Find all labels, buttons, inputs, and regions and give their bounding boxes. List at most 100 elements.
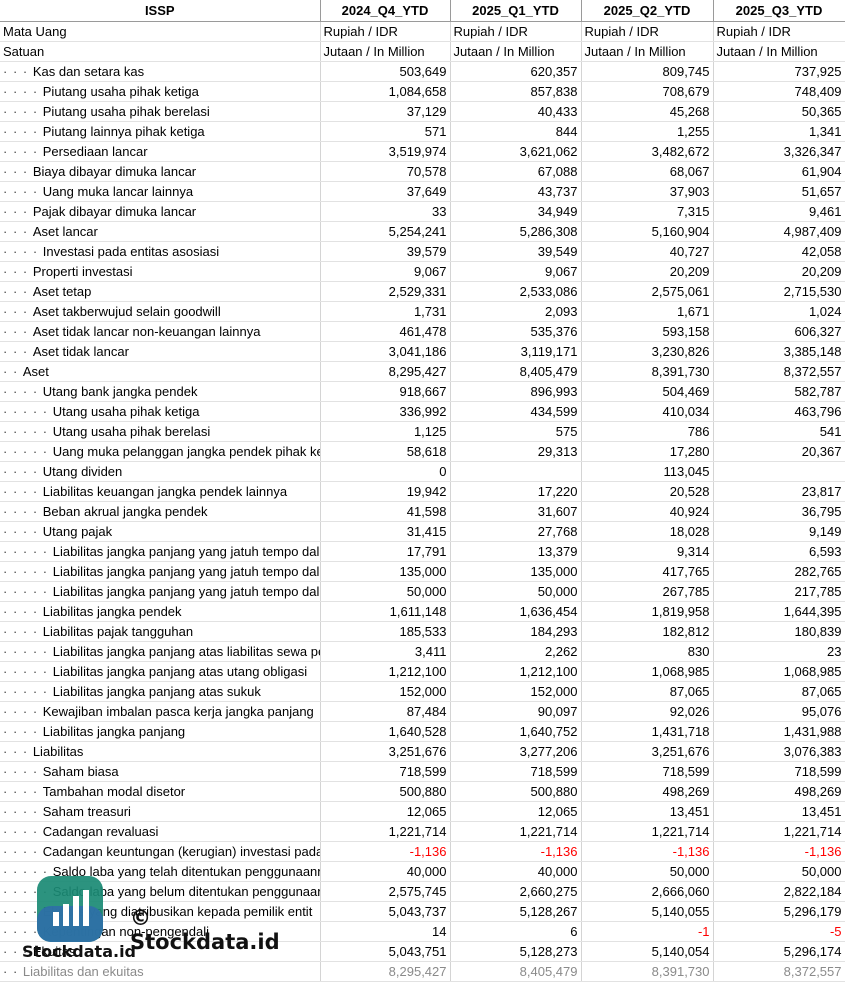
cell[interactable]: 135,000 xyxy=(320,561,451,582)
cell[interactable]: 1,819,958 xyxy=(581,601,714,622)
period-header[interactable]: 2024_Q4_YTD xyxy=(320,0,451,22)
cell[interactable]: 0 xyxy=(320,461,451,482)
cell[interactable]: 1,341 xyxy=(713,121,845,142)
cell[interactable]: 36,795 xyxy=(713,501,845,522)
cell[interactable]: Jutaan / In Million xyxy=(581,41,714,62)
cell[interactable]: 2,533,086 xyxy=(450,281,582,302)
cell[interactable]: 3,621,062 xyxy=(450,141,582,162)
row-label[interactable]: · · · · · Liabilitas jangka panjang atas… xyxy=(0,681,321,702)
cell[interactable]: Jutaan / In Million xyxy=(713,41,845,62)
row-label[interactable]: · · · · Piutang usaha pihak berelasi xyxy=(0,101,321,122)
cell[interactable]: 50,000 xyxy=(320,581,451,602)
cell[interactable]: 18,028 xyxy=(581,521,714,542)
cell[interactable]: 87,065 xyxy=(713,681,845,702)
cell[interactable]: 17,220 xyxy=(450,481,582,502)
cell[interactable]: 6 xyxy=(450,921,582,942)
cell[interactable]: 33 xyxy=(320,201,451,222)
cell[interactable]: 9,461 xyxy=(713,201,845,222)
cell[interactable]: 13,379 xyxy=(450,541,582,562)
cell[interactable]: 708,679 xyxy=(581,81,714,102)
cell[interactable]: 718,599 xyxy=(320,761,451,782)
cell[interactable]: 29,313 xyxy=(450,441,582,462)
row-label[interactable]: · · · · · Liabilitas jangka panjang yang… xyxy=(0,541,321,562)
cell[interactable]: 541 xyxy=(713,421,845,442)
cell[interactable]: 3,411 xyxy=(320,641,451,662)
cell[interactable]: -5 xyxy=(713,921,845,942)
cell[interactable]: 1,221,714 xyxy=(320,821,451,842)
cell[interactable]: 748,409 xyxy=(713,81,845,102)
row-label[interactable]: · · · · Liabilitas jangka panjang xyxy=(0,721,321,742)
cell[interactable]: 3,251,676 xyxy=(320,741,451,762)
cell[interactable]: 3,326,347 xyxy=(713,141,845,162)
cell[interactable]: 1,431,718 xyxy=(581,721,714,742)
cell[interactable]: 593,158 xyxy=(581,321,714,342)
row-label[interactable]: · · · · Piutang usaha pihak ketiga xyxy=(0,81,321,102)
cell[interactable]: 1,431,988 xyxy=(713,721,845,742)
cell[interactable]: 1,068,985 xyxy=(581,661,714,682)
cell[interactable]: 5,160,904 xyxy=(581,221,714,242)
cell[interactable]: 37,903 xyxy=(581,181,714,202)
cell[interactable]: 2,529,331 xyxy=(320,281,451,302)
cell[interactable]: 809,745 xyxy=(581,61,714,82)
cell[interactable]: 70,578 xyxy=(320,161,451,182)
row-label[interactable]: · · · · · Utang usaha pihak ketiga xyxy=(0,401,321,422)
cell[interactable]: 9,149 xyxy=(713,521,845,542)
cell[interactable]: 41,598 xyxy=(320,501,451,522)
cell[interactable]: 40,000 xyxy=(450,861,582,882)
cell[interactable]: 180,839 xyxy=(713,621,845,642)
cell[interactable]: 184,293 xyxy=(450,621,582,642)
cell[interactable]: 896,993 xyxy=(450,381,582,402)
row-label[interactable]: · · · Aset takberwujud selain goodwill xyxy=(0,301,321,322)
cell[interactable]: 17,791 xyxy=(320,541,451,562)
cell[interactable]: 7,315 xyxy=(581,201,714,222)
cell[interactable]: 737,925 xyxy=(713,61,845,82)
row-label[interactable]: · · · · Investasi pada entitas asosiasi xyxy=(0,241,321,262)
cell[interactable]: 152,000 xyxy=(320,681,451,702)
row-label[interactable]: · · · Liabilitas xyxy=(0,741,321,762)
period-header[interactable]: 2025_Q3_YTD xyxy=(713,0,845,22)
cell[interactable]: 8,391,730 xyxy=(581,361,714,382)
cell[interactable]: 9,314 xyxy=(581,541,714,562)
cell[interactable]: 90,097 xyxy=(450,701,582,722)
cell[interactable]: 336,992 xyxy=(320,401,451,422)
cell[interactable]: Rupiah / IDR xyxy=(320,21,451,42)
cell[interactable]: 5,140,055 xyxy=(581,901,714,922)
cell[interactable]: 50,000 xyxy=(581,861,714,882)
cell[interactable]: 3,385,148 xyxy=(713,341,845,362)
cell[interactable]: 1,212,100 xyxy=(450,661,582,682)
row-label[interactable]: · · · · Liabilitas pajak tangguhan xyxy=(0,621,321,642)
cell[interactable]: 1,644,395 xyxy=(713,601,845,622)
row-label[interactable]: · · · · · Utang usaha pihak berelasi xyxy=(0,421,321,442)
cell[interactable]: 51,657 xyxy=(713,181,845,202)
cell[interactable]: -1,136 xyxy=(450,841,582,862)
row-label[interactable]: Mata Uang xyxy=(0,21,321,42)
row-label[interactable]: · · · · · Liabilitas jangka panjang yang… xyxy=(0,581,321,602)
cell[interactable]: 1,636,454 xyxy=(450,601,582,622)
row-label[interactable]: · · · Pajak dibayar dimuka lancar xyxy=(0,201,321,222)
cell[interactable]: 113,045 xyxy=(581,461,714,482)
cell[interactable]: 1,640,752 xyxy=(450,721,582,742)
cell[interactable]: 5,286,308 xyxy=(450,221,582,242)
cell[interactable]: 3,076,383 xyxy=(713,741,845,762)
cell[interactable]: 1,221,714 xyxy=(450,821,582,842)
cell[interactable]: 23 xyxy=(713,641,845,662)
cell[interactable]: 58,618 xyxy=(320,441,451,462)
row-label[interactable]: · · · · Piutang lainnya pihak ketiga xyxy=(0,121,321,142)
cell[interactable]: 50,365 xyxy=(713,101,845,122)
row-label[interactable]: · · · · Uang muka lancar lainnya xyxy=(0,181,321,202)
cell[interactable]: 87,484 xyxy=(320,701,451,722)
row-label[interactable]: · · · · · Liabilitas jangka panjang yang… xyxy=(0,561,321,582)
cell[interactable]: 42,058 xyxy=(713,241,845,262)
cell[interactable]: 40,924 xyxy=(581,501,714,522)
cell[interactable]: 718,599 xyxy=(450,761,582,782)
cell[interactable]: 620,357 xyxy=(450,61,582,82)
cell[interactable]: 43,737 xyxy=(450,181,582,202)
cell[interactable]: 20,528 xyxy=(581,481,714,502)
cell[interactable]: 5,296,179 xyxy=(713,901,845,922)
row-label[interactable]: · · · · · Saldo laba yang belum ditentuk… xyxy=(0,881,321,902)
cell[interactable]: 37,129 xyxy=(320,101,451,122)
cell[interactable]: 461,478 xyxy=(320,321,451,342)
cell[interactable]: 1,221,714 xyxy=(581,821,714,842)
cell[interactable]: 718,599 xyxy=(713,761,845,782)
cell[interactable]: 463,796 xyxy=(713,401,845,422)
